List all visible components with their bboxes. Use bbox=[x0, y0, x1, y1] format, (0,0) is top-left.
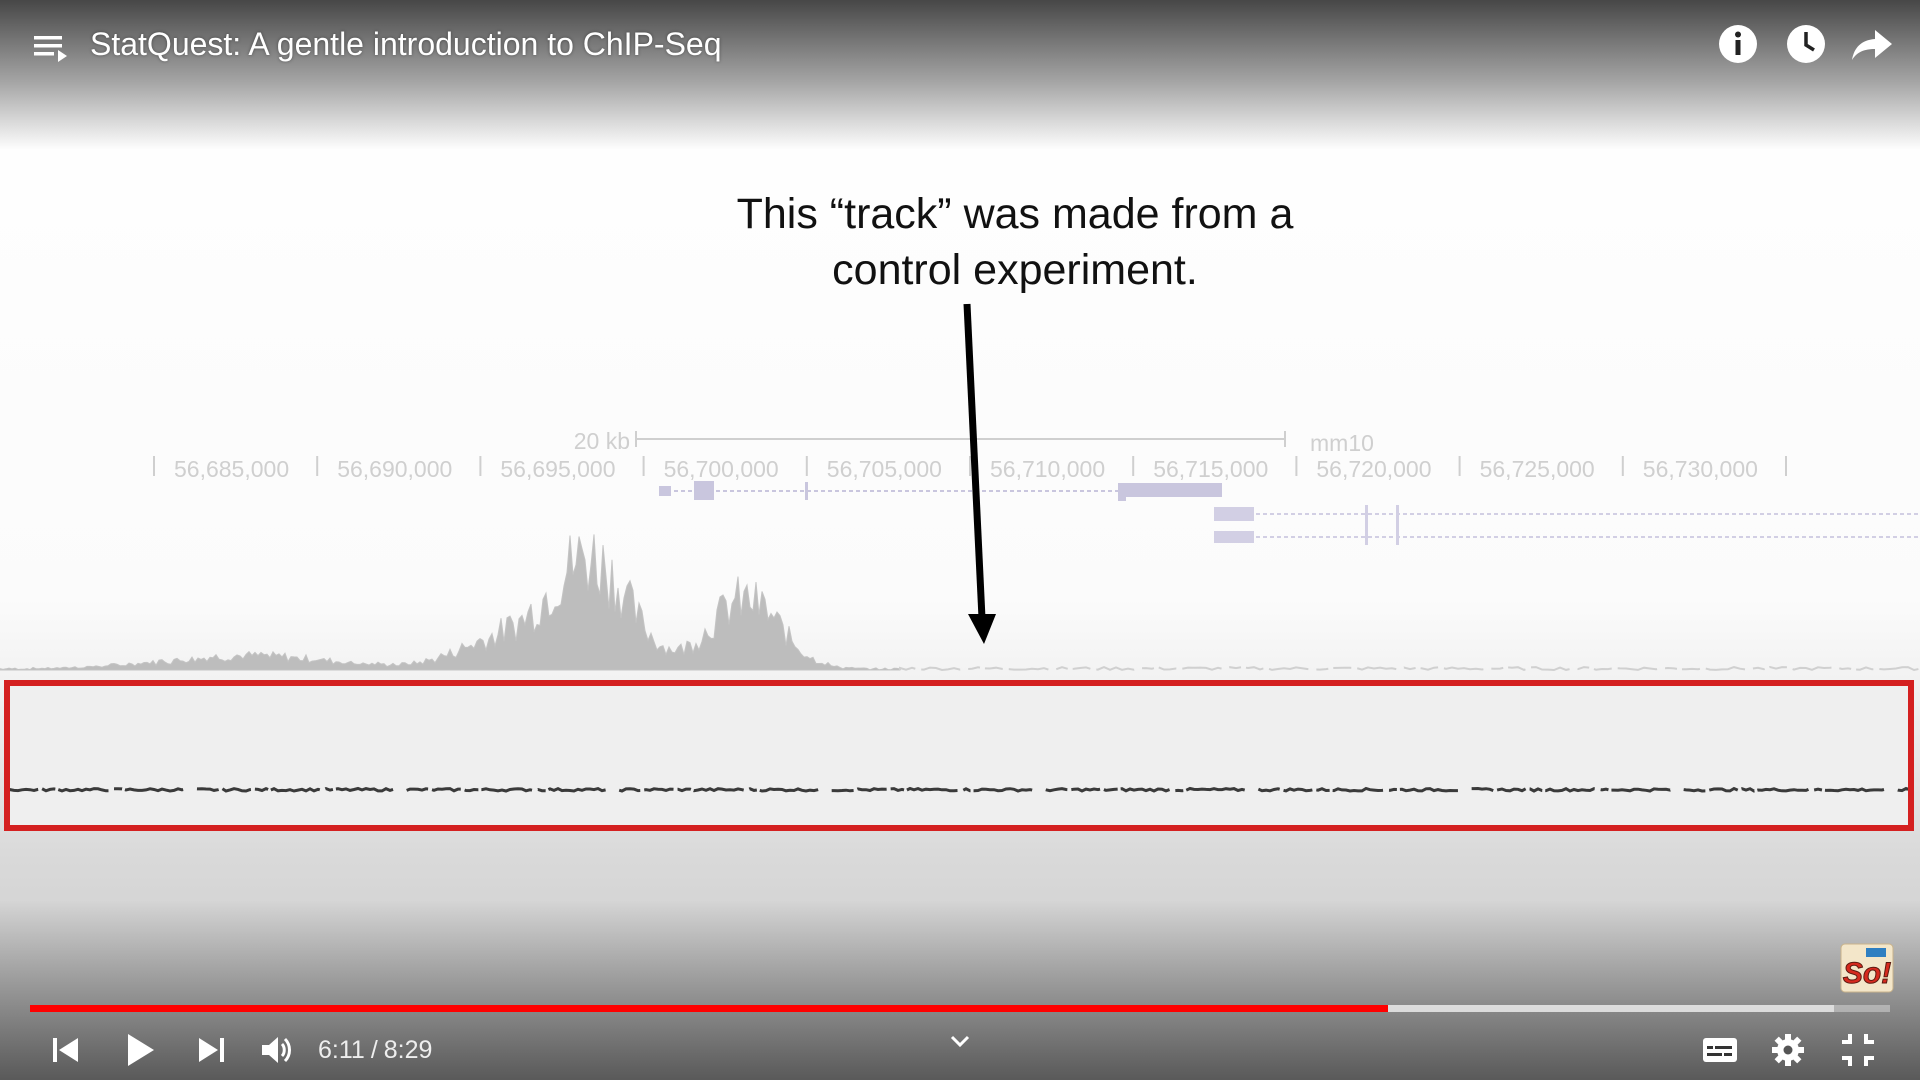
coordinate-label: 56,695,000 bbox=[500, 456, 615, 482]
coordinate-label: 56,685,000 bbox=[174, 456, 289, 482]
previous-icon bbox=[53, 1038, 78, 1062]
next-button[interactable] bbox=[188, 1026, 236, 1074]
coordinate-ruler: 56,685,000 56,690,000 56,695,000 56,700,000… bbox=[153, 456, 1787, 482]
gear-icon bbox=[1772, 1034, 1804, 1066]
next-icon bbox=[199, 1038, 224, 1062]
info-button[interactable] bbox=[1714, 20, 1762, 68]
share-button[interactable] bbox=[1848, 20, 1896, 68]
top-gradient bbox=[0, 0, 1920, 150]
video-title[interactable]: StatQuest: A gentle introduction to ChIP… bbox=[90, 24, 722, 64]
chip-signal-track bbox=[0, 534, 901, 671]
chevron-down-icon bbox=[950, 1035, 970, 1048]
annotation-line-2: control experiment. bbox=[832, 246, 1198, 294]
total-duration: 8:29 bbox=[383, 1036, 433, 1064]
watch-later-button[interactable] bbox=[1782, 20, 1830, 68]
volume-button[interactable] bbox=[254, 1026, 302, 1074]
share-icon bbox=[1852, 30, 1892, 60]
chip-baseline-noise bbox=[899, 665, 1920, 672]
current-time: 6:11 bbox=[318, 1036, 365, 1064]
annotation-line-1: This “track” was made from a bbox=[736, 190, 1294, 238]
watermark-text: So! bbox=[1843, 957, 1891, 990]
genome-browser-view: 20 kb mm10 56,685,000 56,690,000 56,695,00… bbox=[0, 428, 1920, 831]
slide-annotation: This “track” was made from a control exp… bbox=[620, 186, 1410, 298]
coordinate-label: 56,700,000 bbox=[664, 456, 779, 482]
coordinate-label: 56,720,000 bbox=[1316, 456, 1431, 482]
coordinate-label: 56,730,000 bbox=[1643, 456, 1758, 482]
gene-model-2 bbox=[1214, 505, 1920, 545]
channel-logo-icon: So! bbox=[1840, 943, 1894, 993]
watch-later-icon bbox=[1787, 25, 1825, 63]
progress-bar[interactable] bbox=[30, 1005, 1890, 1012]
settings-button[interactable] bbox=[1764, 1026, 1812, 1074]
expand-button[interactable] bbox=[944, 1028, 976, 1056]
channel-watermark[interactable]: So! bbox=[1840, 943, 1894, 993]
volume-icon bbox=[262, 1037, 291, 1063]
assembly-label: mm10 bbox=[1310, 430, 1374, 456]
playlist-button[interactable] bbox=[30, 28, 74, 68]
scale-label: 20 kb bbox=[574, 428, 630, 454]
info-icon bbox=[1719, 25, 1757, 63]
time-separator: / bbox=[370, 1036, 378, 1064]
control-track-background bbox=[8, 684, 1910, 826]
subtitles-button[interactable] bbox=[1696, 1026, 1744, 1074]
coordinate-label: 56,690,000 bbox=[337, 456, 452, 482]
play-icon bbox=[128, 1034, 154, 1066]
playlist-icon bbox=[34, 36, 67, 62]
gene-model-1 bbox=[659, 481, 1222, 501]
coordinate-label: 56,705,000 bbox=[827, 456, 942, 482]
time-display: 6:11/8:29 bbox=[318, 1032, 432, 1068]
coordinate-label: 56,715,000 bbox=[1153, 456, 1268, 482]
progress-played bbox=[30, 1005, 1388, 1012]
play-button[interactable] bbox=[116, 1026, 164, 1074]
exit-fullscreen-button[interactable] bbox=[1834, 1026, 1882, 1074]
coordinate-label: 56,710,000 bbox=[990, 456, 1105, 482]
subtitles-icon bbox=[1703, 1038, 1737, 1062]
previous-button[interactable] bbox=[42, 1026, 90, 1074]
video-player[interactable]: This “track” was made from a control exp… bbox=[0, 0, 1920, 1080]
exit-fullscreen-icon bbox=[1842, 1034, 1874, 1066]
coordinate-label: 56,725,000 bbox=[1480, 456, 1595, 482]
